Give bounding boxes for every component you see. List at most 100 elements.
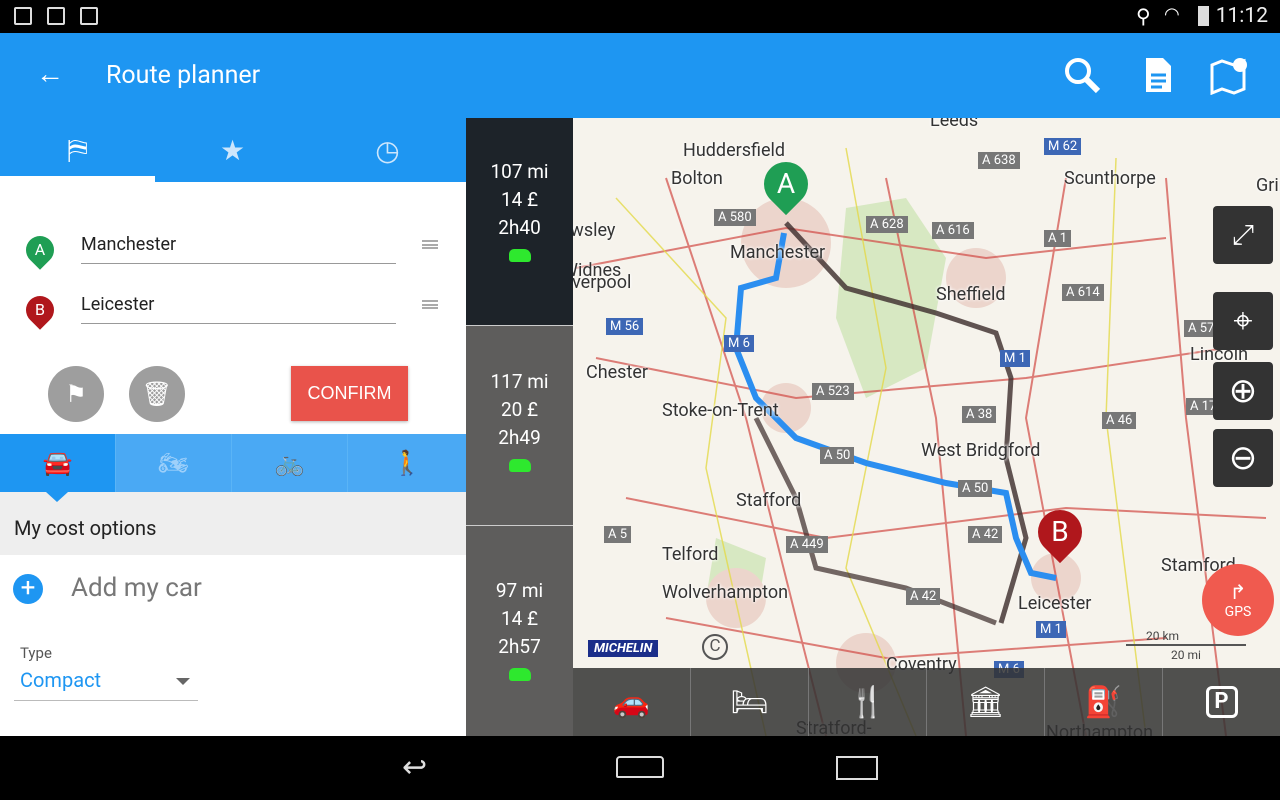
drag-handle-icon[interactable] xyxy=(422,300,438,309)
map-road-label: A 5 xyxy=(604,526,632,543)
map-city-label: Stafford xyxy=(736,490,802,511)
tab-bicycle[interactable]: 🚲 xyxy=(232,434,348,492)
poi-fuel[interactable]: ⛽ xyxy=(1045,668,1163,736)
search-icon[interactable] xyxy=(1062,55,1102,95)
home-icon[interactable] xyxy=(616,756,664,778)
zoom-out-button[interactable]: ⊖ xyxy=(1213,429,1273,487)
map-road-label: M 6 xyxy=(724,335,754,352)
trash-icon: 🗑 xyxy=(141,380,173,408)
selected-tab-indicator xyxy=(0,176,155,182)
poi-restaurant[interactable]: 🍴 xyxy=(809,668,927,736)
expand-icon: ⤢ xyxy=(1231,218,1255,251)
route-option[interactable]: 97 mi 14 £2h57 xyxy=(466,527,573,735)
map-pin-icon[interactable] xyxy=(1210,55,1250,95)
poi-museum[interactable]: 🏛 xyxy=(927,668,1045,736)
zoom-in-icon: ⊕ xyxy=(1228,371,1258,411)
transport-tabs: 🚘 🏍 🚲 🚶 xyxy=(0,434,466,492)
tab-motorbike[interactable]: 🏍 xyxy=(116,434,232,492)
wifi-icon: ◠ xyxy=(1164,4,1180,25)
map-road-label: M 62 xyxy=(1044,138,1082,155)
tab-history[interactable]: ◷ xyxy=(310,118,465,182)
map-road-label: A 616 xyxy=(932,222,974,239)
waypoint-a-input[interactable]: Manchester xyxy=(81,228,396,264)
clock: 11:12 xyxy=(1215,4,1268,28)
map-city-label: Telford xyxy=(662,544,719,565)
map-road-label: A 42 xyxy=(906,588,941,605)
route-option[interactable]: 117 mi 20 £2h49 xyxy=(466,318,573,526)
waypoint-b-input[interactable]: Leicester xyxy=(81,288,396,324)
map-road-label: M 56 xyxy=(606,318,644,335)
system-nav-bar: ↩ xyxy=(0,736,1280,800)
back-icon[interactable]: ↩ xyxy=(402,750,427,785)
map-road-label: A 1 xyxy=(1044,230,1072,247)
museum-icon: 🏛 xyxy=(966,684,1005,720)
map-city-label: Stoke-on-Trent xyxy=(662,400,779,421)
flag-plus-icon: ⚑ xyxy=(65,380,87,408)
map-city-label: Manchester xyxy=(730,242,826,263)
marker-a-icon: A xyxy=(20,230,60,270)
route-option[interactable]: 107 mi 14 £2h40 xyxy=(466,118,573,326)
scale-mi: 20 mi xyxy=(1171,648,1201,662)
map-marker-b[interactable]: B xyxy=(1028,500,1092,564)
gps-button[interactable]: ↱ GPS xyxy=(1202,564,1274,636)
add-waypoint-button[interactable]: ⚑ xyxy=(48,366,104,422)
confirm-button[interactable]: CONFIRM xyxy=(291,366,408,421)
map-city-label: Huddersfield xyxy=(683,140,786,161)
fuel-icon: ⛽ xyxy=(1084,684,1123,720)
delete-route-button[interactable]: 🗑 xyxy=(129,366,185,422)
image-icon xyxy=(47,7,65,25)
scale-bar xyxy=(1126,638,1246,646)
briefcase-icon xyxy=(80,7,98,25)
fullscreen-button[interactable]: ⤢ xyxy=(1213,206,1273,264)
map-marker-a[interactable]: A xyxy=(754,152,818,216)
map-road-label: A 638 xyxy=(978,152,1020,169)
car-icon xyxy=(508,668,531,681)
poi-hotel[interactable]: 🛏 xyxy=(691,668,809,736)
map-road-label: A 42 xyxy=(968,526,1003,543)
type-select[interactable]: Compact xyxy=(14,663,198,701)
star-icon: ★ xyxy=(219,133,246,167)
add-car-button[interactable]: + Add my car xyxy=(0,555,466,623)
zoom-in-button[interactable]: ⊕ xyxy=(1213,362,1273,420)
tab-car[interactable]: 🚘 xyxy=(0,434,116,492)
battery-icon xyxy=(1198,6,1209,26)
status-bar: ⚲ ◠ 11:12 xyxy=(0,0,1280,33)
map-road-label: A 523 xyxy=(812,383,854,400)
tab-pedestrian[interactable]: 🚶 xyxy=(348,434,466,492)
copyright-icon[interactable]: C xyxy=(702,634,728,660)
map-view[interactable]: Leeds Huddersfield Bolton Knowsley Mancheste… xyxy=(466,118,1280,736)
turn-right-icon: ↱ xyxy=(1229,580,1247,604)
signpost-icon: ⛿ xyxy=(67,133,88,166)
waypoint-b: B Leicester xyxy=(0,288,466,338)
page-title: Route planner xyxy=(106,61,261,90)
motorbike-icon: 🏍 xyxy=(158,449,189,477)
cost-options-header: My cost options xyxy=(0,492,466,555)
recents-icon[interactable] xyxy=(836,756,878,780)
pedestrian-icon: 🚶 xyxy=(392,449,422,477)
map-road-label: M 1 xyxy=(1000,350,1030,367)
map-city-label: Leicester xyxy=(1018,593,1092,614)
map-road-label: A 580 xyxy=(714,209,756,226)
app-bar: ← Route planner xyxy=(0,33,1280,118)
scale-km: 20 km xyxy=(1146,629,1180,643)
document-icon[interactable] xyxy=(1138,55,1178,95)
map-road-label: A 38 xyxy=(962,406,997,423)
add-car-label: Add my car xyxy=(71,573,202,603)
locate-button[interactable]: ⌖ xyxy=(1213,292,1273,350)
poi-traffic[interactable]: 🚗 xyxy=(573,668,691,736)
map-road-label: A 46 xyxy=(1102,412,1137,429)
dropdown-arrow-icon xyxy=(176,678,190,685)
map-road-label: A 614 xyxy=(1062,284,1104,301)
michelin-logo: MICHELIN xyxy=(588,640,659,657)
drag-handle-icon[interactable] xyxy=(422,240,438,249)
tab-route[interactable]: ⛿ xyxy=(0,118,155,182)
car-icon xyxy=(508,459,531,472)
poi-parking[interactable]: P xyxy=(1163,668,1280,736)
map-city-label: Scunthorpe xyxy=(1064,168,1156,189)
tab-favorites[interactable]: ★ xyxy=(155,118,310,182)
map-city-label: Chester xyxy=(586,362,648,383)
history-icon: ◷ xyxy=(375,133,400,167)
map-city-label: West Bridgford xyxy=(921,440,1041,461)
parking-icon: P xyxy=(1205,686,1238,718)
back-arrow-icon[interactable]: ← xyxy=(36,57,64,90)
